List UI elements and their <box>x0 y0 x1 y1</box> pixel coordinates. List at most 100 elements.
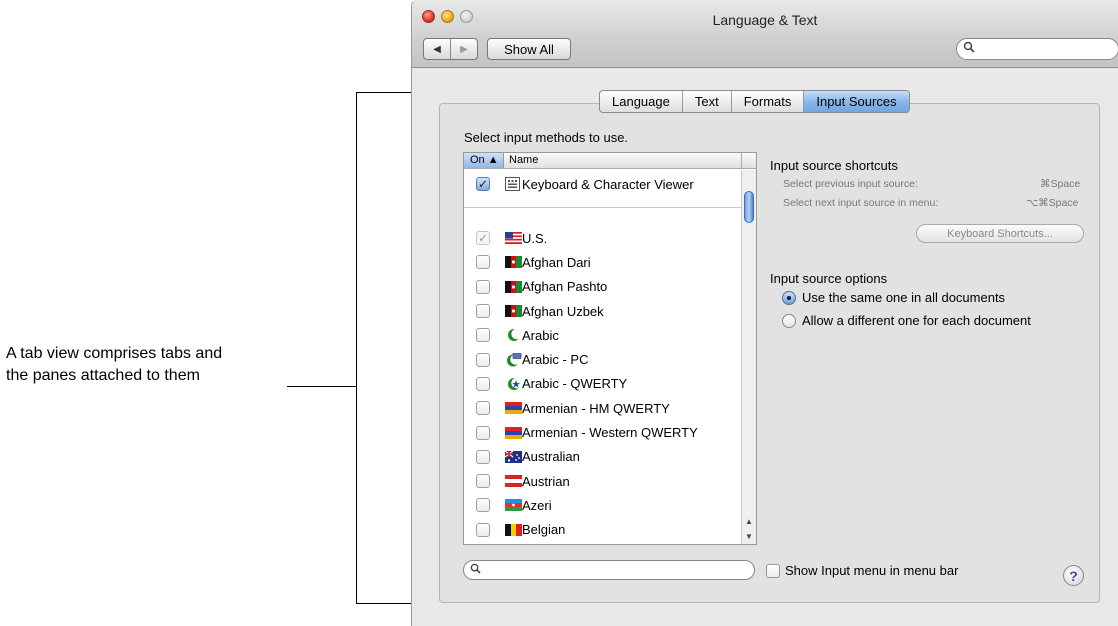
show-all-button[interactable]: Show All <box>487 38 571 60</box>
crescent-pc-icon <box>505 352 522 367</box>
list-item-label: Keyboard & Character Viewer <box>522 176 694 192</box>
list-item[interactable]: Arabic <box>464 323 742 347</box>
checkbox-arabic[interactable] <box>476 328 490 343</box>
list-item-label: Arabic <box>522 327 559 343</box>
radio-per-document[interactable]: Allow a different one for each document <box>782 313 1031 328</box>
list-scrollbar[interactable]: ▲ ▼ <box>741 170 756 544</box>
tab-formats[interactable]: Formats <box>732 91 805 112</box>
prev-source-label: Select previous input source: <box>783 178 918 190</box>
scroll-thumb[interactable] <box>744 191 754 223</box>
scroll-down-icon[interactable]: ▼ <box>742 529 756 543</box>
show-input-menu-label: Show Input menu in menu bar <box>785 563 959 578</box>
checkbox-austrian[interactable] <box>476 474 490 489</box>
checkbox-arabic-pc[interactable] <box>476 352 490 367</box>
window-search-field[interactable] <box>956 38 1118 60</box>
next-source-label: Select next input source in menu: <box>783 197 939 209</box>
help-button[interactable]: ? <box>1063 565 1084 586</box>
list-item[interactable]: Armenian - Western QWERTY <box>464 420 742 444</box>
list-item-label: Belgian <box>522 522 566 538</box>
armenian-flag-icon <box>505 426 522 439</box>
checkbox-afghan-dari[interactable] <box>476 255 490 270</box>
austrian-flag-icon <box>505 475 522 488</box>
callout-connector <box>287 386 356 387</box>
search-icon <box>470 563 481 577</box>
crescent-icon <box>505 329 522 342</box>
list-item-label: Arabic - PC <box>522 352 589 368</box>
keyboard-viewer-icon <box>504 177 521 191</box>
checkbox-keyboard-viewer[interactable]: ✓ <box>476 177 490 191</box>
armenian-flag-icon <box>505 402 522 415</box>
tab-bar: Language Text Formats Input Sources <box>599 90 910 113</box>
list-item[interactable]: Australian <box>464 445 742 469</box>
afghan-flag-icon <box>505 256 522 269</box>
column-header-on[interactable]: On ▲ <box>464 153 504 168</box>
scroll-up-icon[interactable]: ▲ <box>742 514 756 528</box>
back-arrow-icon[interactable]: ◀ <box>424 39 450 59</box>
list-item-label: Australian <box>522 449 580 465</box>
list-item[interactable]: Armenian - HM QWERTY <box>464 396 742 420</box>
checkbox-azeri[interactable] <box>476 498 490 513</box>
search-icon <box>963 41 975 56</box>
checkbox-armenian-hm[interactable] <box>476 401 490 416</box>
callout-line-2: the panes attached to them <box>6 367 200 384</box>
prev-source-key: ⌘Space <box>1040 178 1081 190</box>
list-item[interactable]: Afghan Uzbek <box>464 299 742 323</box>
list-item-label: Azeri <box>522 497 552 513</box>
list-item[interactable]: Afghan Dari <box>464 250 742 274</box>
afghan-flag-icon <box>505 280 522 293</box>
checkbox-us[interactable]: ✓ <box>476 231 490 246</box>
list-filter-search[interactable] <box>463 560 755 580</box>
crescent-qwerty-icon <box>505 377 522 390</box>
input-sources-list: On ▲ Name ✓ Keyboard & Character Viewer … <box>463 152 757 545</box>
checkbox-afghan-uzbek[interactable] <box>476 304 490 319</box>
tab-text[interactable]: Text <box>683 91 732 112</box>
list-item[interactable]: Arabic - PC <box>464 347 742 371</box>
show-input-menu-checkbox[interactable]: Show Input menu in menu bar <box>766 563 958 578</box>
column-header-name[interactable]: Name <box>509 153 538 168</box>
list-item-label: U.S. <box>522 230 548 246</box>
us-flag-icon <box>505 232 522 245</box>
callout-line-1: A tab view comprises tabs and <box>6 345 223 362</box>
list-item[interactable]: ✓ U.S. <box>464 226 742 250</box>
forward-arrow-icon[interactable]: ▶ <box>450 39 477 59</box>
tab-language[interactable]: Language <box>600 91 683 112</box>
keyboard-shortcuts-button[interactable]: Keyboard Shortcuts... <box>916 224 1084 243</box>
checkbox-arabic-qwerty[interactable] <box>476 376 490 391</box>
radio-button-selected[interactable] <box>782 290 796 305</box>
shortcuts-heading: Input source shortcuts <box>770 158 898 173</box>
list-item-keyboard-viewer[interactable]: ✓ Keyboard & Character Viewer <box>464 170 742 208</box>
callout-bracket-vertical <box>356 92 357 604</box>
options-heading: Input source options <box>770 271 888 286</box>
list-item-label: Austrian <box>522 473 570 489</box>
belgian-flag-icon <box>505 523 522 536</box>
instruction-text: Select input methods to use. <box>464 130 629 145</box>
list-header: On ▲ Name <box>464 153 756 169</box>
radio-same-for-all[interactable]: Use the same one in all documents <box>782 290 1005 305</box>
list-item[interactable]: Belgian <box>464 518 742 542</box>
callout-text: A tab view comprises tabs and the panes … <box>6 343 326 387</box>
list-item[interactable]: Austrian <box>464 469 742 493</box>
checkbox-belgian[interactable] <box>476 522 490 537</box>
checkbox-australian[interactable] <box>476 449 490 464</box>
title-bar: Language & Text ◀ ▶ Show All <box>412 0 1118 68</box>
nav-segmented-control: ◀ ▶ <box>423 38 478 60</box>
australian-flag-icon <box>505 450 522 463</box>
afghan-flag-icon <box>505 305 522 318</box>
list-item-label: Armenian - Western QWERTY <box>522 425 698 441</box>
list-item-label: Arabic - QWERTY <box>522 376 628 392</box>
list-item-label: Afghan Dari <box>522 254 591 270</box>
list-item[interactable]: Azeri <box>464 493 742 517</box>
list-item-label: Armenian - HM QWERTY <box>522 400 670 416</box>
input-sources-rows: ✓ U.S. Afghan Dari Afghan Pashto Afghan … <box>464 226 742 542</box>
next-source-key: ⌥⌘Space <box>1026 197 1079 209</box>
window-title: Language & Text <box>712 12 818 28</box>
radio-button[interactable] <box>782 313 796 328</box>
list-item[interactable]: Afghan Pashto <box>464 275 742 299</box>
checkbox-armenian-western[interactable] <box>476 425 490 440</box>
header-corner <box>741 153 756 168</box>
list-item[interactable]: Arabic - QWERTY <box>464 372 742 396</box>
tab-input-sources[interactable]: Input Sources <box>804 91 909 112</box>
checkbox[interactable] <box>766 563 780 578</box>
list-item-label: Afghan Uzbek <box>522 303 604 319</box>
checkbox-afghan-pashto[interactable] <box>476 279 490 294</box>
